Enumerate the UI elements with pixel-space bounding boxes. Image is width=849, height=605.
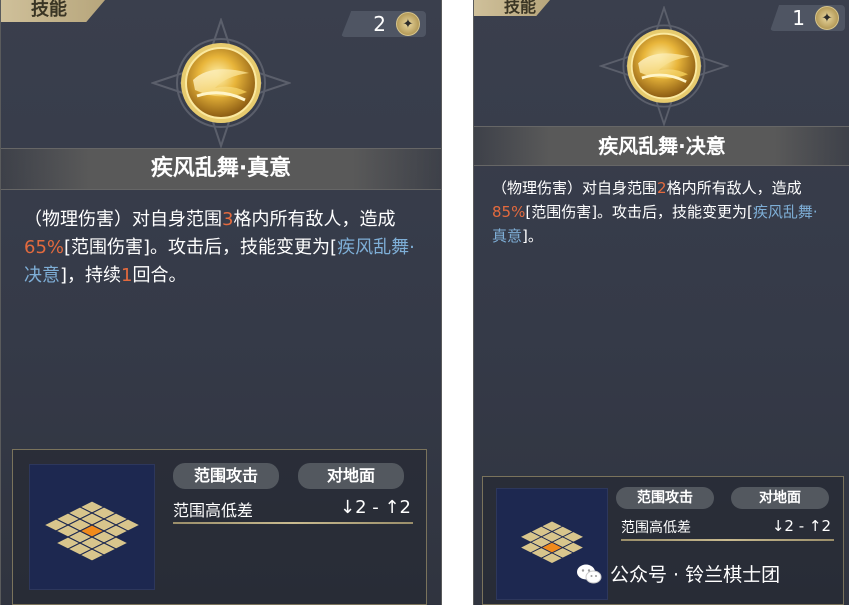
desc-text: 格内所有敌人，造成 — [233, 209, 396, 230]
skill-uses-counter: 2 ✦ — [341, 11, 426, 37]
desc-text: ]，持续 — [60, 265, 122, 286]
watermark: 公众号 · 铃兰棋士团 — [576, 560, 780, 587]
skill-emblem-icon — [149, 16, 293, 150]
height-diff-values: ↓2 - ↑2 — [339, 497, 411, 518]
divider — [173, 522, 413, 524]
star-icon: ✦ — [815, 6, 839, 30]
height-diff-label: 范围高低差 — [173, 501, 254, 520]
desc-text: ]。 — [522, 227, 543, 245]
skill-uses-counter: 1 ✦ — [770, 5, 845, 31]
skill-card-right: 技能 1 ✦ 疾风乱舞·决意 （物理伤害）对自身范围2格内所有敌人，造成 85%[… — [473, 0, 849, 605]
damage-percent: 65% — [24, 237, 65, 258]
skill-emblem-icon — [598, 4, 730, 128]
divider — [621, 539, 834, 541]
skill-description: （物理伤害）对自身范围3格内所有敌人，造成 65%[范围伤害]。攻击后，技能变更为… — [24, 206, 420, 290]
skill-tag: 技能 — [474, 0, 550, 16]
range-grid-icon — [29, 464, 155, 590]
height-diff-row: 范围高低差 ↓2 - ↑2 — [621, 517, 831, 537]
skill-description: （物理伤害）对自身范围2格内所有敌人，造成 85%[范围伤害]。攻击后，技能变更为… — [492, 176, 832, 248]
desc-text: 回合。 — [132, 265, 187, 286]
desc-text: （物理伤害）对自身范围 — [492, 179, 658, 197]
uses-count: 1 — [792, 6, 805, 30]
desc-text: （物理伤害）对自身范围 — [24, 209, 222, 230]
desc-text: 格内所有敌人，造成 — [666, 179, 802, 197]
range-attack-chip: 范围攻击 — [173, 463, 279, 489]
range-attack-chip: 范围攻击 — [616, 487, 714, 509]
turn-count: 1 — [121, 265, 133, 286]
skill-tag: 技能 — [1, 0, 105, 22]
range-panel: 范围攻击 对地面 范围高低差 ↓2 - ↑2 — [12, 449, 427, 605]
height-diff-label: 范围高低差 — [621, 520, 691, 536]
skill-title: 疾风乱舞·决意 — [474, 126, 849, 166]
range-value: 3 — [222, 209, 234, 230]
height-diff-row: 范围高低差 ↓2 - ↑2 — [173, 497, 411, 521]
skill-title: 疾风乱舞·真意 — [1, 148, 441, 190]
range-diamond-grid — [42, 500, 142, 562]
watermark-text: 公众号 · 铃兰棋士团 — [610, 564, 781, 586]
height-diff-values: ↓2 - ↑2 — [771, 517, 831, 535]
desc-text: [范围伤害]。攻击后，技能变更为[ — [64, 237, 338, 258]
ground-target-chip: 对地面 — [731, 487, 829, 509]
star-icon: ✦ — [396, 12, 420, 36]
damage-percent: 85% — [492, 203, 526, 221]
range-value: 2 — [657, 179, 667, 197]
desc-text: [范围伤害]。攻击后，技能变更为[ — [525, 203, 753, 221]
ground-target-chip: 对地面 — [298, 463, 404, 489]
skill-card-left: 技能 2 ✦ 疾风乱舞·真意 （物理伤害）对自身范围3格内所有敌人，造成65%[… — [0, 0, 442, 605]
wechat-icon — [576, 563, 602, 585]
uses-count: 2 — [373, 12, 386, 36]
